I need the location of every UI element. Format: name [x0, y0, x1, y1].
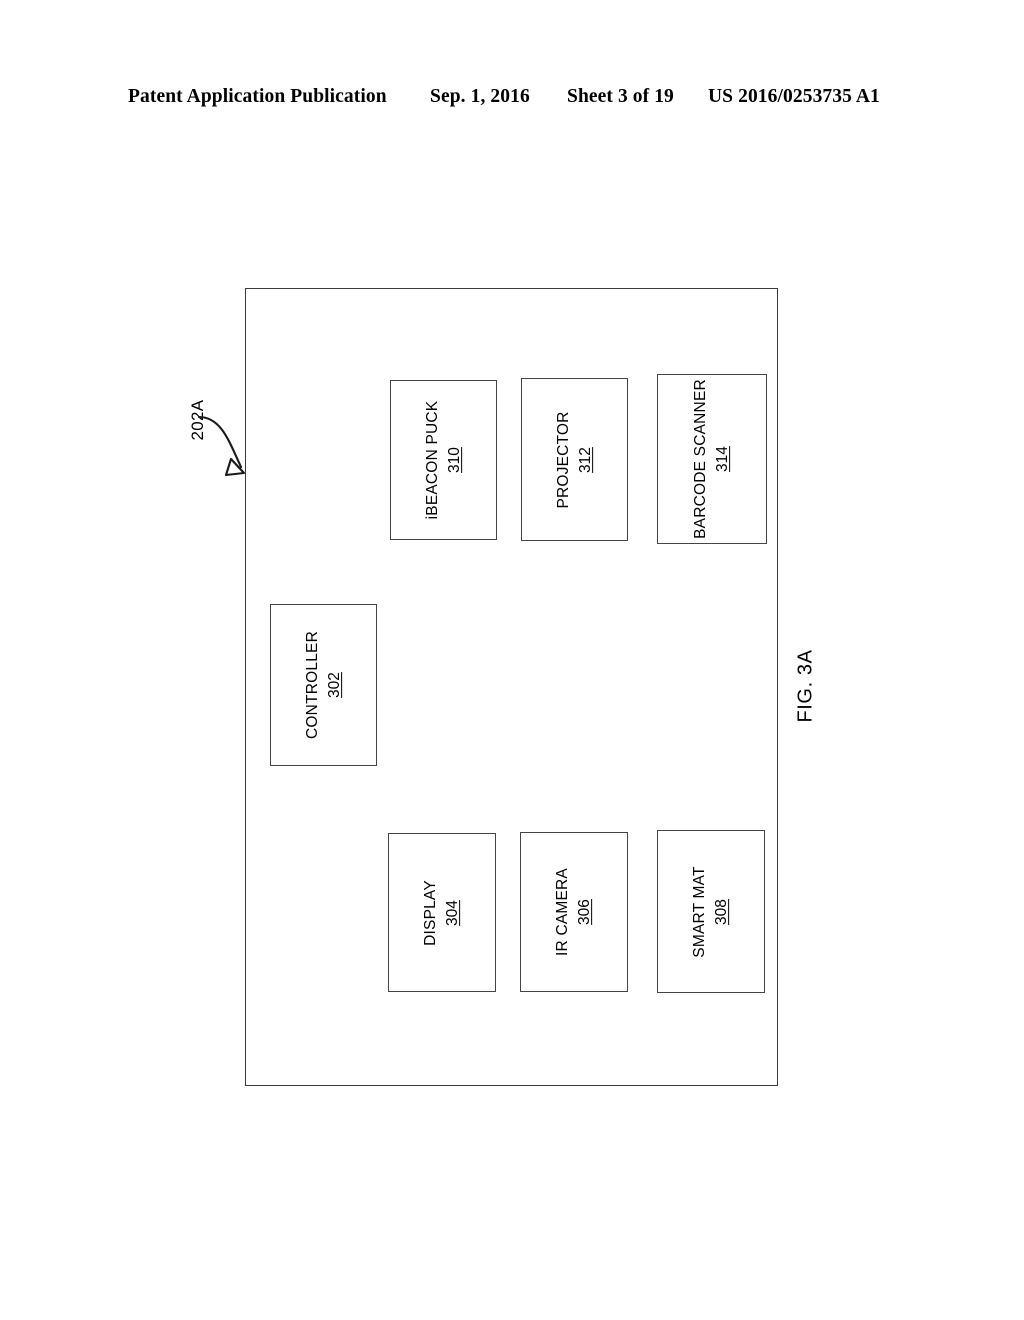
component-title-projector: PROJECTOR [554, 410, 572, 509]
component-label-smart-mat: SMART MAT 308 [690, 866, 732, 957]
component-box-smart-mat: SMART MAT 308 [657, 830, 765, 993]
component-box-barcode-scanner: BARCODE SCANNER 314 [657, 374, 767, 544]
component-title-ibeacon-puck: iBEACON PUCK [423, 400, 441, 520]
component-title-barcode-scanner: BARCODE SCANNER [692, 379, 710, 539]
component-title-smart-mat: SMART MAT [691, 865, 709, 958]
component-box-display: DISPLAY 304 [388, 833, 496, 992]
patent-drawing-page: { "header": { "publication": "Patent App… [0, 0, 1024, 1320]
component-ref-controller: 302 [326, 672, 343, 698]
component-title-ir-camera: IR CAMERA [554, 868, 572, 956]
component-label-ir-camera: IR CAMERA 306 [553, 868, 595, 956]
component-box-controller: CONTROLLER 302 [270, 604, 377, 766]
component-ref-barcode-scanner: 314 [714, 446, 732, 472]
component-ref-ir-camera: 306 [576, 899, 594, 925]
component-ref-projector: 312 [577, 446, 594, 473]
component-label-display: DISPLAY 304 [421, 880, 463, 946]
component-label-projector: PROJECTOR 312 [554, 411, 596, 508]
component-title-display: DISPLAY [422, 879, 440, 946]
component-label-controller: CONTROLLER 302 [303, 631, 345, 739]
component-ref-smart-mat: 308 [713, 898, 731, 925]
figure-caption: FIG. 3A [776, 626, 836, 746]
component-ref-ibeacon-puck: 310 [446, 447, 463, 473]
component-ref-display: 304 [444, 899, 462, 926]
component-box-projector: PROJECTOR 312 [521, 378, 628, 541]
component-label-barcode-scanner: BARCODE SCANNER 314 [691, 379, 733, 539]
component-box-ibeacon-puck: iBEACON PUCK 310 [390, 380, 497, 540]
component-title-controller: CONTROLLER [303, 631, 321, 739]
figure-caption-label: FIG. 3A [794, 649, 817, 723]
figure-3a: 202A iBEACON PUCK 310 PROJECTOR 312 BARC… [0, 0, 1024, 1320]
component-label-ibeacon-puck: iBEACON PUCK 310 [423, 401, 465, 520]
component-box-ir-camera: IR CAMERA 306 [520, 832, 628, 992]
